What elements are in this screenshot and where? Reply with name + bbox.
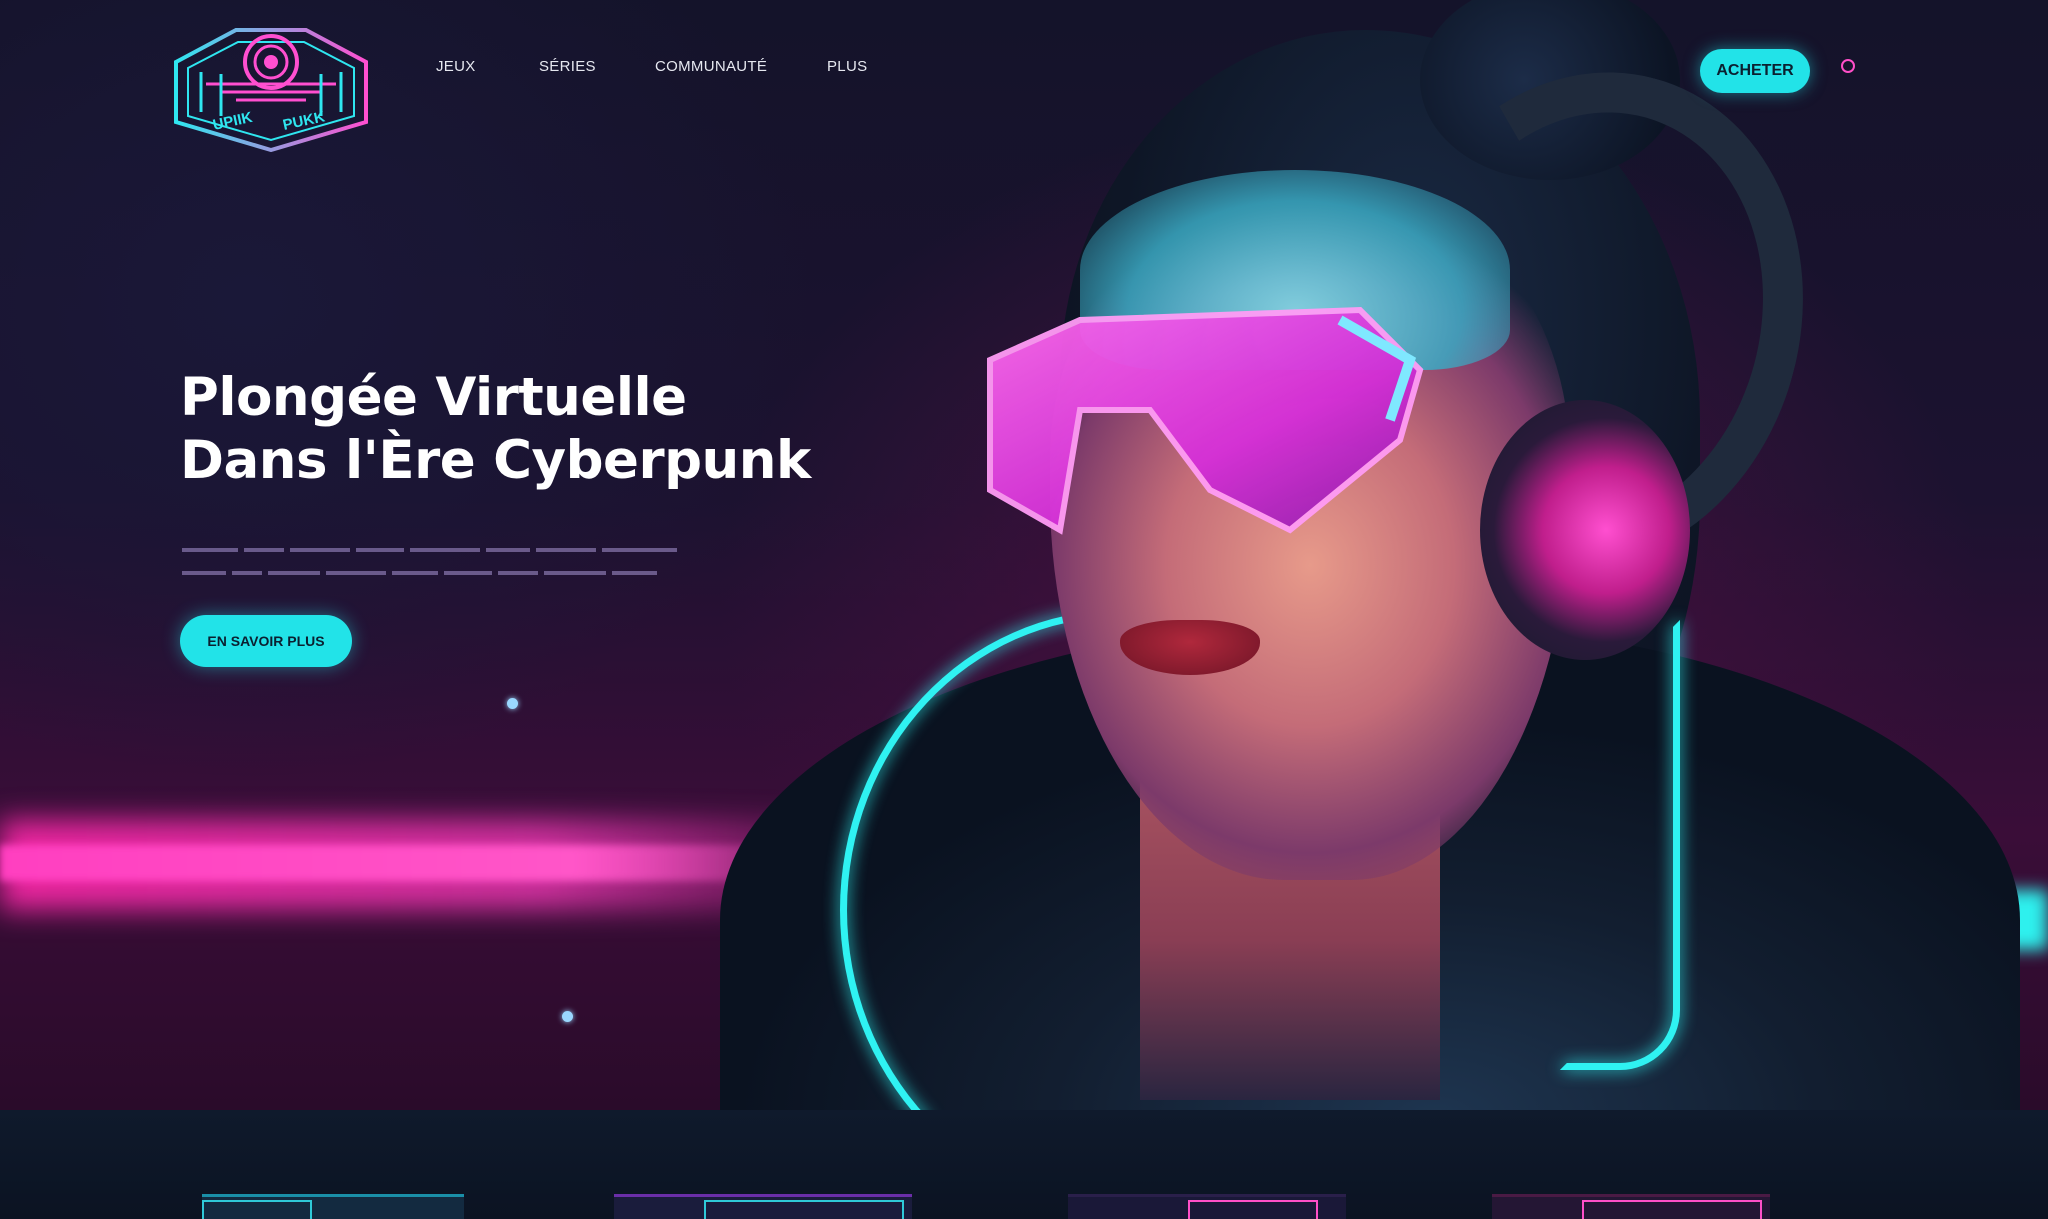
game-card[interactable] (1492, 1194, 1770, 1219)
vr-goggles-shape (987, 306, 1424, 535)
headphone-cup-shape (1480, 400, 1690, 660)
game-card[interactable] (1068, 1194, 1346, 1219)
hero-image-cyberpunk-woman (720, 0, 2020, 1110)
game-card[interactable] (614, 1194, 912, 1219)
bottom-section (0, 1110, 2048, 1219)
buy-button[interactable]: ACHETER (1700, 49, 1810, 93)
hero-title-line-1: Plongée Virtuelle (180, 367, 687, 428)
neon-cable-right (1560, 620, 1680, 1070)
hero-description-illegible (182, 548, 677, 575)
learn-more-button[interactable]: EN SAVOIR PLUS (180, 615, 352, 667)
nav-item-jeux[interactable]: JEUX (436, 58, 476, 75)
spark-dot (507, 698, 518, 709)
nav-item-communaute[interactable]: COMMUNAUTÉ (655, 58, 767, 75)
site-logo[interactable]: UPIIK PUKK (166, 12, 376, 152)
game-card[interactable] (202, 1194, 464, 1219)
neon-light-pink-core (0, 845, 820, 881)
hero-title-line-2: Dans l'Ère Cyberpunk (180, 430, 811, 491)
logo-text-left: UPIIK (211, 109, 254, 134)
circle-menu-icon[interactable] (1841, 59, 1855, 73)
nav-item-series[interactable]: SÉRIES (539, 58, 596, 75)
spark-dot (562, 1011, 573, 1022)
hero-title: Plongée Virtuelle Dans l'Ère Cyberpunk (180, 366, 880, 492)
nav-item-plus[interactable]: PLUS (827, 58, 867, 75)
